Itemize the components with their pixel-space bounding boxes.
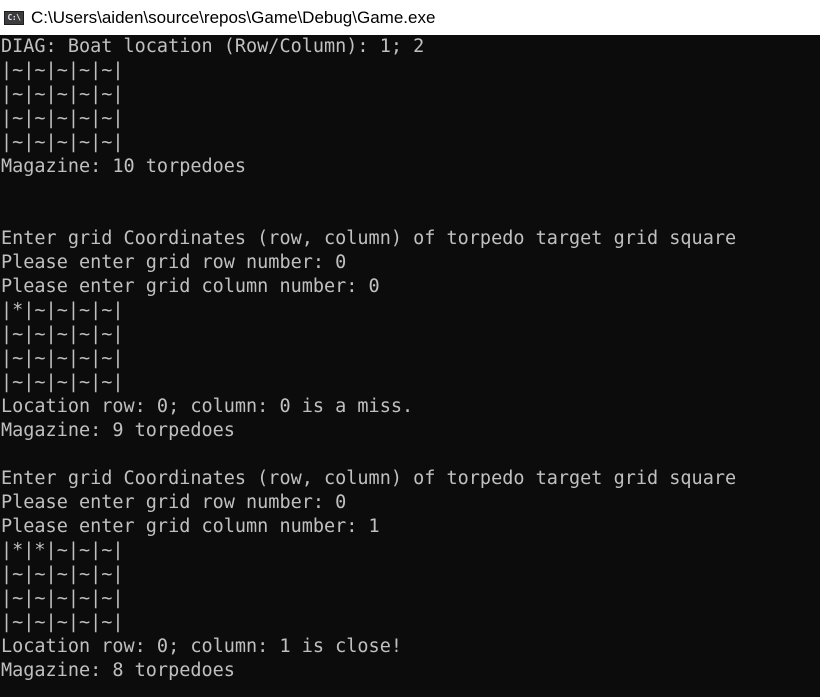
- console-line: Location row: 0; column: 0 is a miss.: [1, 396, 414, 417]
- console-line: |*|*|~|~|~|: [1, 540, 124, 561]
- console-app-icon: C:\: [4, 10, 24, 25]
- console-line: Location row: 0; column: 1 is close!: [1, 636, 402, 657]
- console-line: |~|~|~|~|~|: [1, 108, 124, 129]
- console-line: Magazine: 8 torpedoes: [1, 660, 235, 681]
- console-line: |~|~|~|~|~|: [1, 60, 124, 81]
- console-line: Please enter grid column number: 0: [1, 276, 380, 297]
- console-line: Please enter grid row number: 0: [1, 492, 347, 513]
- console-line: |~|~|~|~|~|: [1, 132, 124, 153]
- title-bar[interactable]: C:\ C:\Users\aiden\source\repos\Game\Deb…: [0, 0, 820, 35]
- console-output[interactable]: DIAG: Boat location (Row/Column): 1; 2 |…: [0, 35, 820, 697]
- console-line: |~|~|~|~|~|: [1, 324, 124, 345]
- console-line: |~|~|~|~|~|: [1, 348, 124, 369]
- console-line: |~|~|~|~|~|: [1, 612, 124, 633]
- console-line: Magazine: 9 torpedoes: [1, 420, 235, 441]
- console-line: Please enter grid column number: 1: [1, 516, 380, 537]
- console-line: Magazine: 10 torpedoes: [1, 156, 247, 177]
- window-title: C:\Users\aiden\source\repos\Game\Debug\G…: [31, 7, 436, 27]
- console-line: |~|~|~|~|~|: [1, 588, 124, 609]
- console-line: |*|~|~|~|~|: [1, 300, 124, 321]
- console-line: Please enter grid row number: 0: [1, 252, 347, 273]
- console-line: |~|~|~|~|~|: [1, 84, 124, 105]
- console-line: |~|~|~|~|~|: [1, 372, 124, 393]
- console-window: C:\ C:\Users\aiden\source\repos\Game\Deb…: [0, 0, 820, 697]
- console-line: DIAG: Boat location (Row/Column): 1; 2: [1, 36, 425, 57]
- console-line: Enter grid Coordinates (row, column) of …: [1, 228, 737, 249]
- console-line: Enter grid Coordinates (row, column) of …: [1, 468, 737, 489]
- console-line: |~|~|~|~|~|: [1, 564, 124, 585]
